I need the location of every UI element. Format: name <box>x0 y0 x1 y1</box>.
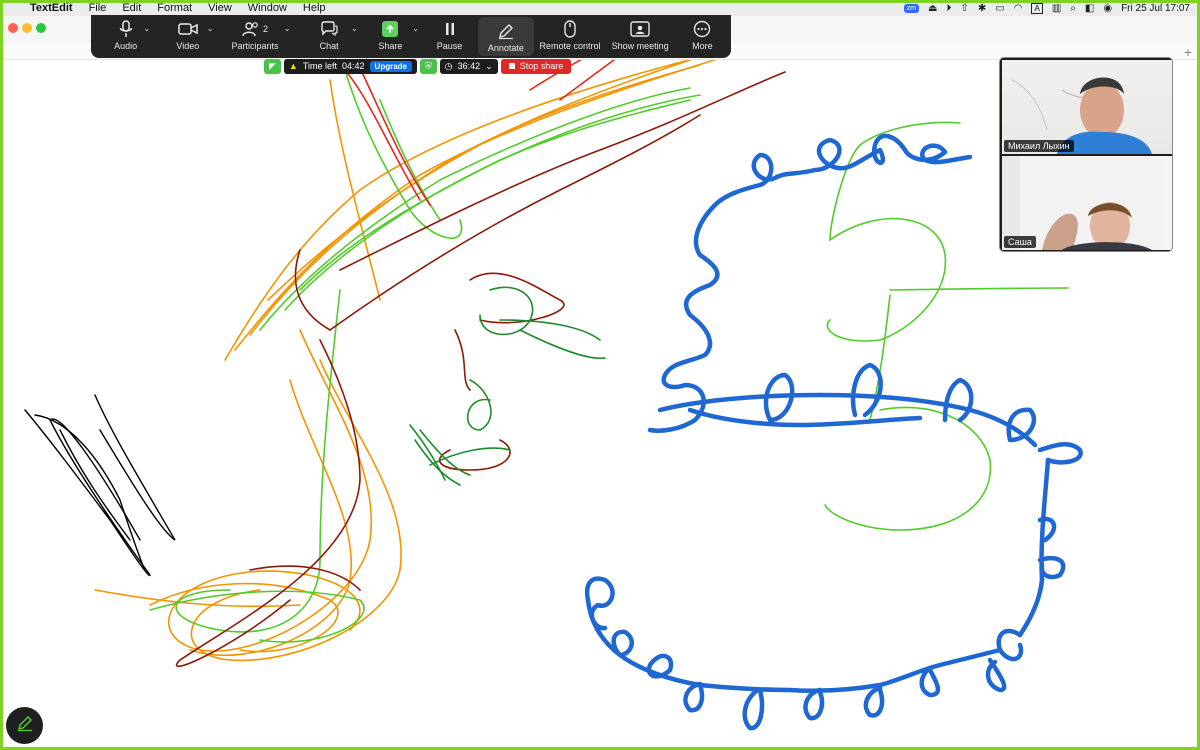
security-indicator[interactable]: ⛨ <box>420 58 437 74</box>
video-button[interactable]: Video ⌄ <box>156 15 219 58</box>
orange-annotation-strokes <box>94 41 761 662</box>
add-tab-button[interactable]: + <box>1184 44 1192 60</box>
chat-button[interactable]: Chat ⌄ <box>299 15 360 58</box>
minimize-window-button[interactable] <box>22 23 32 33</box>
black-annotation-scribble <box>24 394 176 577</box>
share-label: Share <box>378 41 403 51</box>
stop-share-label: Stop share <box>519 61 564 71</box>
time-left-pill[interactable]: ▲ Time left 04:42 Upgrade <box>283 58 417 74</box>
warning-icon: ▲ <box>288 61 298 71</box>
participant1-name: Михаил Лыхин <box>1004 140 1074 152</box>
microphone-icon <box>119 19 133 39</box>
menu-help[interactable]: Help <box>303 2 326 14</box>
meeting-timer-pill[interactable]: ◷ 36:42 ⌄ <box>439 58 498 74</box>
menu-view[interactable]: View <box>208 2 232 14</box>
eject-icon[interactable]: ⏏ <box>928 3 937 14</box>
audio-label: Audio <box>114 41 138 51</box>
chat-options-chevron-icon[interactable]: ⌄ <box>351 24 358 33</box>
share-screen-icon <box>382 19 399 39</box>
time-left-label: Time left <box>302 61 338 71</box>
participants-button[interactable]: 2 Participants ⌄ <box>219 15 291 58</box>
mouse-icon <box>564 19 576 39</box>
menu-app-name[interactable]: TextEdit <box>30 2 73 14</box>
more-dots-icon <box>693 19 711 39</box>
status-area: zm ⏏ ⏵ ⇧ ✱ ▭ ◠ A ▥ ⌕ ◧ ◉ Fri 25 Jul 17:0… <box>903 0 1190 16</box>
audio-options-chevron-icon[interactable]: ⌄ <box>144 24 151 33</box>
participants-options-chevron-icon[interactable]: ⌄ <box>284 24 291 33</box>
green-annotation-strokes <box>149 69 1069 643</box>
keyboard-icon[interactable]: ▥ <box>1052 3 1061 14</box>
control-center-icon[interactable]: ◧ <box>1085 3 1094 14</box>
bluetooth-icon[interactable]: ✱ <box>978 3 986 14</box>
share-options-chevron-icon[interactable]: ⌄ <box>412 24 419 33</box>
upgrade-button[interactable]: Upgrade <box>369 60 412 72</box>
participants-label: Participants <box>231 41 279 51</box>
battery-icon[interactable]: ▭ <box>995 3 1004 14</box>
close-window-button[interactable] <box>8 23 18 33</box>
shield-icon: ⛨ <box>425 60 432 71</box>
video-tile-participant2[interactable]: Саша <box>1002 156 1172 250</box>
stop-icon <box>508 63 515 69</box>
annotate-label: Annotate <box>487 43 524 53</box>
show-meeting-button[interactable]: Show meeting <box>607 15 674 58</box>
siri-icon[interactable]: ◉ <box>1103 3 1112 14</box>
zoom-status-icon[interactable]: zm <box>903 3 920 13</box>
dark-green-annotation-strokes <box>409 286 606 486</box>
menu-file[interactable]: File <box>89 2 107 14</box>
menu-format[interactable]: Format <box>157 2 192 14</box>
more-label: More <box>692 41 713 51</box>
share-status-bar: ◤ ▲ Time left 04:42 Upgrade ⛨ ◷ 36:42 ⌄ … <box>264 58 572 74</box>
pencil-icon <box>16 714 34 737</box>
video-options-chevron-icon[interactable]: ⌄ <box>207 24 214 33</box>
annotation-tools-button[interactable] <box>6 707 43 744</box>
input-source-icon[interactable]: A <box>1031 2 1043 14</box>
pencil-icon <box>497 21 515 41</box>
play-icon[interactable]: ⏵ <box>947 3 952 14</box>
share-indicator[interactable]: ◤ <box>264 58 281 74</box>
meeting-window-icon <box>630 19 650 39</box>
camera-icon <box>178 19 198 39</box>
participant2-name: Саша <box>1004 236 1036 248</box>
pause-label: Pause <box>436 41 463 51</box>
share-button[interactable]: Share ⌄ <box>360 15 421 58</box>
upload-icon[interactable]: ⇧ <box>961 3 969 14</box>
video-tile-participant1[interactable]: Михаил Лыхин <box>1002 60 1172 154</box>
menu-bar: TextEdit File Edit Format View Window He… <box>0 0 1200 16</box>
remote-control-button[interactable]: Remote control <box>534 15 607 58</box>
green-shield-icon: ◤ <box>269 60 276 71</box>
spotlight-search-icon[interactable]: ⌕ <box>1070 3 1076 14</box>
meeting-timer-value: 36:42 <box>457 61 481 71</box>
pause-share-button[interactable]: Pause <box>421 15 478 58</box>
menu-edit[interactable]: Edit <box>122 2 141 14</box>
zoom-meeting-toolbar: Audio ⌄ Video ⌄ 2 Participants ⌄ Chat ⌄ … <box>91 15 731 58</box>
annotate-button[interactable]: Annotate <box>478 17 534 56</box>
video-label: Video <box>176 41 200 51</box>
timer-chevron-icon: ⌄ <box>485 60 493 71</box>
zoom-window-button[interactable] <box>36 23 46 33</box>
wifi-icon[interactable]: ◠ <box>1014 3 1023 14</box>
show-meeting-label: Show meeting <box>611 41 669 51</box>
pause-icon <box>444 19 456 39</box>
people-icon: 2 <box>242 19 268 39</box>
clock-icon: ◷ <box>444 60 453 71</box>
audio-button[interactable]: Audio ⌄ <box>95 15 156 58</box>
stop-share-button[interactable]: Stop share <box>500 58 572 74</box>
participant-video-panel[interactable]: Михаил Лыхин Саша <box>999 57 1173 252</box>
chat-bubble-icon <box>320 19 338 39</box>
time-left-value: 04:42 <box>342 61 365 71</box>
menu-window[interactable]: Window <box>248 2 287 14</box>
remote-control-label: Remote control <box>539 41 601 51</box>
more-button[interactable]: More <box>674 15 731 58</box>
participants-count: 2 <box>262 24 268 34</box>
chat-label: Chat <box>319 41 339 51</box>
menubar-clock[interactable]: Fri 25 Jul 17:07 <box>1121 3 1190 14</box>
